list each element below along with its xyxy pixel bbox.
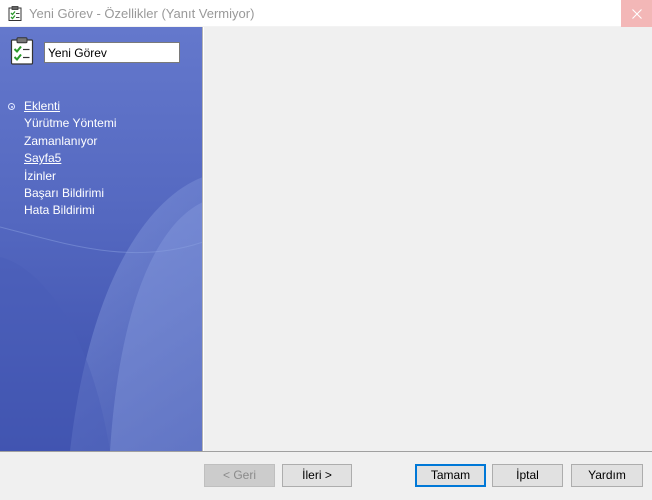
nav-item-hata-bildirimi[interactable]: Hata Bildirimi [0, 202, 202, 219]
close-button[interactable] [621, 0, 652, 27]
dialog-footer: < Geri İleri > Tamam İptal Yardım [0, 451, 652, 500]
nav-item-label: Zamanlanıyor [24, 133, 98, 148]
back-button[interactable]: < Geri [204, 464, 275, 487]
property-page-content [204, 27, 652, 451]
cancel-button[interactable]: İptal [492, 464, 563, 487]
sidebar: Eklenti Yürütme Yöntemi Zamanlanıyor Say… [0, 27, 203, 451]
nav-item-basari-bildirimi[interactable]: Başarı Bildirimi [0, 185, 202, 202]
close-icon [631, 8, 642, 19]
nav-item-label: Yürütme Yöntemi [24, 116, 117, 131]
nav-item-izinler[interactable]: İzinler [0, 168, 202, 185]
nav-item-yurutme-yontemi[interactable]: Yürütme Yöntemi [0, 115, 202, 132]
current-page-bullet-icon [8, 103, 15, 110]
next-button[interactable]: İleri > [282, 464, 352, 487]
ok-button[interactable]: Tamam [415, 464, 486, 487]
sidebar-background [0, 27, 202, 451]
nav-item-zamanlaniyor[interactable]: Zamanlanıyor [0, 133, 202, 150]
task-checklist-icon [10, 37, 34, 65]
title-bar: Yeni Görev - Özellikler (Yanıt Vermiyor) [0, 0, 652, 27]
nav-item-eklenti[interactable]: Eklenti [0, 98, 202, 115]
nav-item-label: Hata Bildirimi [24, 203, 95, 218]
window-title: Yeni Görev - Özellikler (Yanıt Vermiyor) [29, 6, 255, 21]
task-name-input[interactable] [44, 42, 180, 63]
help-button[interactable]: Yardım [571, 464, 643, 487]
nav-item-label: İzinler [24, 168, 57, 183]
nav-item-label: Eklenti [24, 99, 61, 113]
task-clipboard-icon [8, 6, 22, 21]
nav-item-label: Sayfa5 [24, 151, 62, 166]
nav-item-label: Başarı Bildirimi [24, 185, 105, 200]
nav-item-sayfa5[interactable]: Sayfa5 [0, 150, 202, 167]
property-pages-nav: Eklenti Yürütme Yöntemi Zamanlanıyor Say… [0, 98, 202, 220]
